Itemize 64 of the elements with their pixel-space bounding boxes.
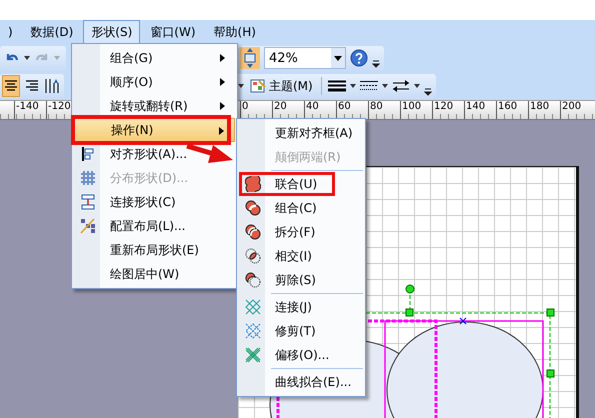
caret-icon[interactable] [334,56,342,60]
distribute-icon[interactable] [44,78,60,94]
layout-icon [80,218,96,234]
ruler-label: -140 [14,101,46,119]
combine-icon [245,200,261,216]
menu-item[interactable]: 相交(I) [239,244,363,268]
fragment-icon [245,224,261,240]
overflow-icon[interactable] [424,88,432,96]
overflow-icon[interactable] [372,60,380,68]
pan-zoom-icon[interactable] [240,47,260,69]
menu-bar-item[interactable]: 窗口(W) [142,20,204,44]
offset-icon [245,347,261,363]
menu-item[interactable]: 拆分(F) [239,220,363,244]
caret-icon[interactable] [382,84,388,88]
align-center-button[interactable] [2,75,20,97]
ruler-label: 120 [432,101,464,119]
ruler-label: 100 [400,101,432,119]
menu-item[interactable]: 配置布局(L)... [74,214,235,238]
line-ends-icon[interactable] [392,79,410,93]
help-icon[interactable] [350,49,368,67]
menu-bar-item[interactable]: 帮助(H) [206,20,264,44]
caret-icon[interactable] [350,84,356,88]
menu-item[interactable]: 对齐形状(A)... [74,142,235,166]
menu-item[interactable]: 连接形状(C) [74,190,235,214]
menu-item[interactable]: 重新布局形状(E) [74,238,235,262]
menu-item[interactable]: 绘图居中(W) [74,262,235,286]
caret-icon[interactable] [414,84,420,88]
ruler-label: 200 [560,101,592,119]
line-weight-icon[interactable] [328,80,346,92]
intersect-icon [245,248,261,264]
align-center-icon [4,80,18,92]
theme-icon [250,78,266,94]
zoom-field[interactable]: 42% [264,47,346,69]
join-icon [245,299,261,315]
subtract-icon [245,272,261,288]
annotation-arrow [186,144,233,163]
menu-bar-item[interactable]: 数据(D) [22,20,82,44]
menu-item[interactable]: 组合(C) [239,196,363,220]
grid-icon [80,170,96,186]
menu-item[interactable]: 剪除(S) [239,268,363,292]
ruler-label: 180 [528,101,560,119]
menu-item[interactable]: 修剪(T) [239,319,363,343]
menu-item[interactable]: 偏移(O)... [239,343,363,367]
theme-button[interactable]: 主题(M) [248,76,315,96]
menu-item[interactable]: 组合(G) [74,46,235,70]
connection-point-icon [460,318,466,324]
union-icon [245,176,261,192]
menu-item[interactable]: 连接(J) [239,295,363,319]
align-right-icon [25,80,39,92]
ruler-label: 80 [368,101,400,119]
ruler-label: 160 [496,101,528,119]
menu-item[interactable]: 曲线拟合(E)... [239,370,363,394]
menu-item[interactable]: 联合(U) [239,172,363,196]
caret-icon[interactable] [24,56,30,60]
menu-item[interactable]: 顺序(O) [74,70,235,94]
caret-icon[interactable] [238,84,244,88]
menu-item[interactable]: 更新对齐框(A) [239,121,363,145]
line-pattern-icon[interactable] [360,80,378,92]
ruler-label: 140 [464,101,496,119]
trim-icon [245,323,261,339]
align-icon [81,146,95,162]
connector-icon [81,194,95,210]
menu-bar-item[interactable]: ) [0,21,21,43]
menu-bar-item[interactable]: 形状(S) [83,20,140,44]
